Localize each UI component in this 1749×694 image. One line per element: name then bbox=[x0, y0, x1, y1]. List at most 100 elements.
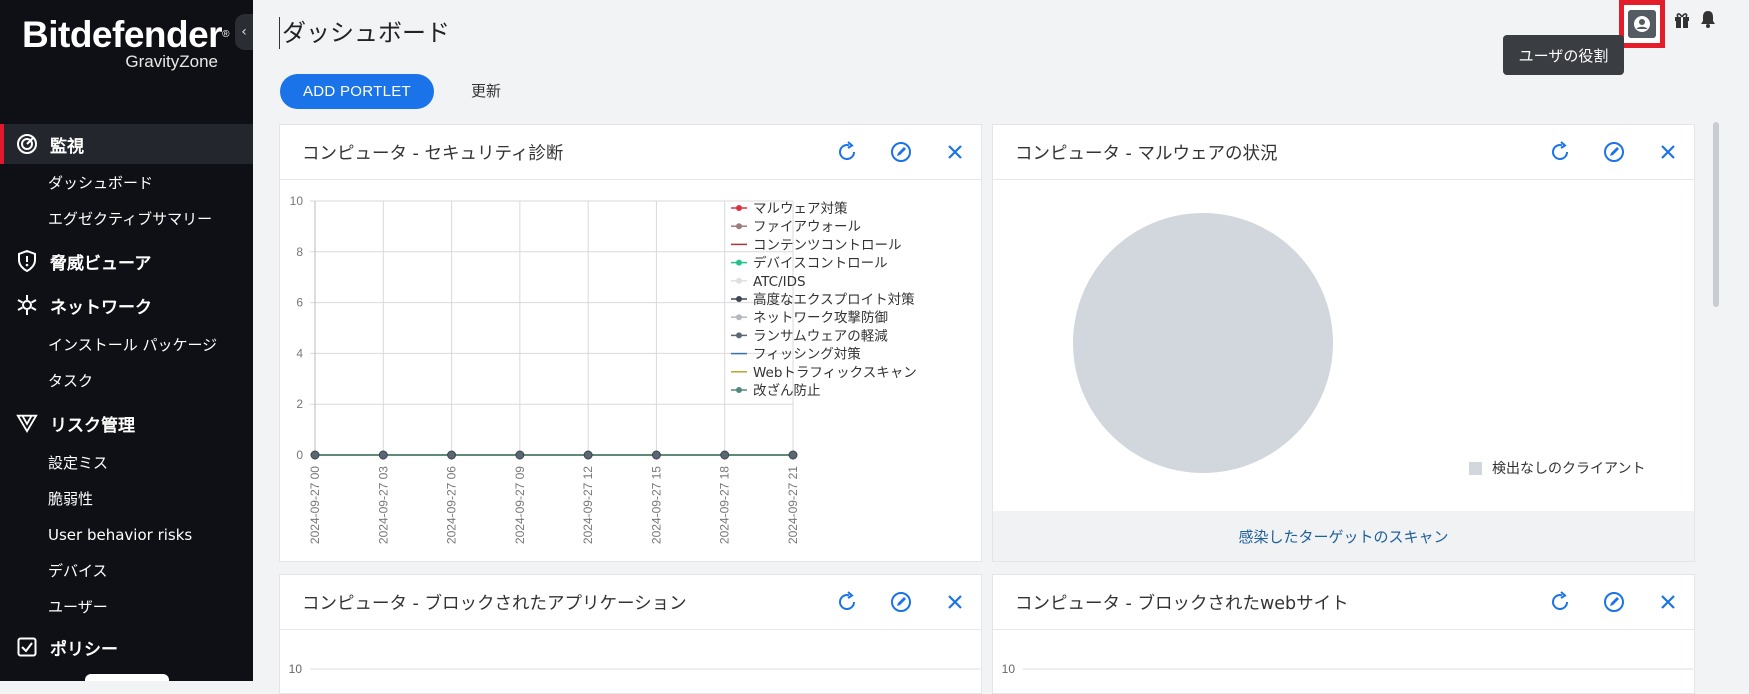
sidebar-item-misconfigurations[interactable]: 設定ミス bbox=[48, 451, 108, 475]
close-icon[interactable] bbox=[943, 590, 967, 614]
sidebar-item-executive-summary[interactable]: エグゼクティブサマリー bbox=[48, 207, 212, 231]
sidebar-section-label: ポリシー bbox=[50, 639, 118, 660]
sidebar-item-tasks[interactable]: タスク bbox=[48, 369, 93, 393]
y-tick-label: 10 bbox=[289, 662, 303, 676]
sidebar-section-threat-viewer[interactable]: 脅威ビューア bbox=[0, 241, 253, 281]
edit-icon[interactable] bbox=[1602, 140, 1626, 164]
sidebar-section-policies[interactable]: ポリシー bbox=[0, 627, 253, 667]
sidebar-item-vulnerabilities[interactable]: 脆弱性 bbox=[48, 487, 93, 511]
collapse-sidebar-button[interactable]: ‹ bbox=[235, 14, 253, 50]
y-tick-label: 10 bbox=[290, 194, 304, 208]
risk-icon bbox=[16, 412, 38, 434]
user-role-tooltip: ユーザの役割 bbox=[1503, 35, 1624, 75]
scan-link-label: 感染したターゲットのスキャン bbox=[1238, 527, 1449, 546]
bell-icon[interactable] bbox=[1697, 8, 1719, 30]
y-tick-label: 2 bbox=[296, 397, 303, 411]
blocked-websites-chart: 10 bbox=[1002, 662, 1693, 676]
y-tick-label: 0 bbox=[296, 448, 303, 462]
y-tick-label: 4 bbox=[296, 346, 303, 360]
blocked-applications-chart: 10 bbox=[289, 662, 980, 676]
reload-icon[interactable] bbox=[835, 140, 859, 164]
legend-marker bbox=[736, 277, 742, 284]
security-audit-chart: 0 2 4 6 8 10 2024-09-27 00 2024-09-27 03 2024-09… bbox=[290, 194, 917, 544]
y-tick-label: 8 bbox=[296, 245, 303, 259]
portlet-header: コンピュータ - セキュリティ診断 bbox=[280, 125, 981, 180]
reload-icon[interactable] bbox=[1548, 140, 1572, 164]
portlet-header: コンピュータ - マルウェアの状況 bbox=[993, 125, 1694, 180]
malware-status-pie bbox=[1073, 213, 1333, 473]
legend-swatch bbox=[1469, 461, 1482, 475]
legend-label: デバイスコントロール bbox=[753, 255, 888, 272]
data-point bbox=[310, 450, 320, 460]
scan-infected-targets-link[interactable]: 感染したターゲットのスキャン bbox=[993, 511, 1694, 561]
close-icon[interactable] bbox=[943, 140, 967, 164]
sidebar-bottom-tab bbox=[85, 674, 169, 681]
x-tick-label: 2024-09-27 18 bbox=[718, 466, 732, 544]
x-tick-label: 2024-09-27 06 bbox=[445, 466, 459, 544]
portlet-header: コンピュータ - ブロックされたアプリケーション bbox=[280, 575, 981, 630]
data-point bbox=[378, 450, 388, 460]
portlet-malware-status: コンピュータ - マルウェアの状況 検出なしのクライアント 感染したターゲットの… bbox=[992, 124, 1695, 562]
x-tick-label: 2024-09-27 21 bbox=[786, 466, 800, 544]
portlet-security-audit: コンピュータ - セキュリティ診断 0 2 4 6 8 10 2024-09-27 00 20… bbox=[279, 124, 982, 562]
policy-icon bbox=[16, 636, 38, 658]
legend-marker bbox=[736, 314, 742, 321]
sidebar-item-users[interactable]: ユーザー bbox=[48, 595, 108, 619]
sidebar-item-install-packages[interactable]: インストール パッケージ bbox=[48, 333, 217, 357]
main-content: ダッシュボード ADD PORTLET 更新 ユーザの役割 コンピュータ - セ… bbox=[253, 0, 1749, 694]
pie-slice[interactable] bbox=[1073, 213, 1333, 473]
legend-marker bbox=[736, 387, 742, 393]
x-tick-label: 2024-09-27 09 bbox=[513, 466, 527, 544]
sidebar-item-dashboard[interactable]: ダッシュボード bbox=[48, 171, 153, 195]
legend-label: ランサムウェアの軽減 bbox=[753, 327, 888, 344]
logo[interactable]: Bitdefender® GravityZone bbox=[22, 16, 232, 72]
close-icon[interactable] bbox=[1656, 140, 1680, 164]
portlet-blocked-applications: コンピュータ - ブロックされたアプリケーション 10 bbox=[279, 574, 982, 694]
sidebar-section-label: ネットワーク bbox=[50, 297, 152, 318]
portlet-title: コンピュータ - セキュリティ診断 bbox=[302, 143, 564, 164]
page-title: ダッシュボード bbox=[279, 17, 450, 49]
x-tick-label: 2024-09-27 00 bbox=[308, 466, 322, 544]
legend-label: 改ざん防止 bbox=[753, 382, 821, 399]
legend-label: 高度なエクスプロイト対策 bbox=[753, 291, 915, 308]
edit-icon[interactable] bbox=[1602, 590, 1626, 614]
portlet-title: コンピュータ - ブロックされたwebサイト bbox=[1015, 593, 1349, 614]
edit-icon[interactable] bbox=[889, 140, 913, 164]
add-portlet-button[interactable]: ADD PORTLET bbox=[280, 74, 434, 109]
data-point bbox=[583, 450, 593, 460]
legend-marker bbox=[736, 296, 742, 302]
refresh-link[interactable]: 更新 bbox=[471, 80, 501, 101]
scrollbar-thumb[interactable] bbox=[1713, 122, 1719, 307]
y-tick-label: 10 bbox=[1002, 662, 1016, 676]
close-icon[interactable] bbox=[1656, 590, 1680, 614]
portlet-blocked-websites: コンピュータ - ブロックされたwebサイト 10 bbox=[992, 574, 1695, 694]
user-role-button[interactable] bbox=[1619, 0, 1665, 48]
legend-label: コンテンツコントロール bbox=[753, 237, 902, 253]
scrollbar[interactable] bbox=[1713, 122, 1721, 681]
legend-label: フィッシング対策 bbox=[753, 346, 861, 363]
portlet-header: コンピュータ - ブロックされたwebサイト bbox=[993, 575, 1694, 630]
legend-marker bbox=[736, 259, 742, 266]
chevron-left-icon: ‹ bbox=[241, 24, 247, 40]
reload-icon[interactable] bbox=[835, 590, 859, 614]
sidebar-section-risk-management[interactable]: リスク管理 bbox=[0, 403, 253, 443]
sidebar-item-devices[interactable]: デバイス bbox=[48, 559, 108, 583]
edit-icon[interactable] bbox=[889, 590, 913, 614]
legend-label: Webトラフィックスキャン bbox=[753, 365, 917, 381]
sidebar-section-monitoring[interactable]: 監視 bbox=[0, 124, 253, 164]
legend-label: ネットワーク攻撃防御 bbox=[753, 310, 888, 326]
sidebar-section-network[interactable]: ネットワーク bbox=[0, 285, 253, 325]
product-name: GravityZone bbox=[125, 52, 218, 71]
portlet-title: コンピュータ - ブロックされたアプリケーション bbox=[302, 593, 687, 614]
brand-name: Bitdefender bbox=[22, 14, 223, 55]
radar-icon bbox=[16, 133, 38, 155]
legend-marker bbox=[736, 223, 742, 230]
data-point bbox=[720, 450, 730, 460]
x-tick-label: 2024-09-27 12 bbox=[581, 466, 595, 544]
brand-mark: ® bbox=[222, 29, 229, 40]
sidebar-item-user-behavior-risks[interactable]: User behavior risks bbox=[48, 523, 192, 547]
legend-marker bbox=[736, 332, 742, 339]
legend-label: ファイアウォール bbox=[753, 219, 861, 235]
reload-icon[interactable] bbox=[1548, 590, 1572, 614]
gift-icon[interactable] bbox=[1671, 9, 1693, 31]
